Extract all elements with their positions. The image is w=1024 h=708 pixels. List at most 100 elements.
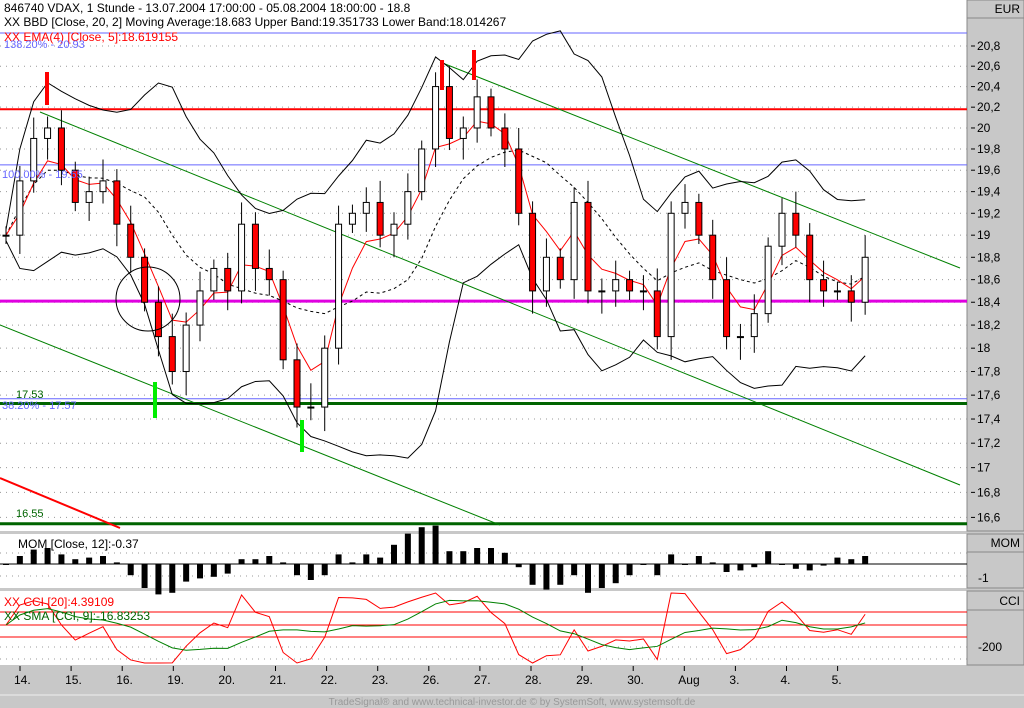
candle-body [321, 347, 329, 408]
mom-bar [640, 564, 647, 565]
candle-body [764, 245, 772, 315]
candle-body [279, 279, 287, 361]
candle-body [639, 290, 647, 293]
mom-bar [391, 544, 397, 564]
x-tick-label: 20. [218, 673, 235, 687]
candle-body [695, 201, 703, 236]
support-2-label: 16.55 [16, 508, 44, 520]
mom-bar [58, 554, 65, 564]
candle-body [390, 223, 398, 236]
candle-body [515, 148, 523, 214]
fib-100-label: 100.00% - 19.65 [2, 169, 83, 181]
candle-body [653, 290, 661, 338]
x-tick-label: 30. [627, 673, 644, 687]
candle-body [57, 127, 65, 171]
candle-body [85, 191, 93, 203]
x-tick-label: 29. [576, 673, 593, 687]
x-tick-label: 26. [423, 673, 440, 687]
mom-bar [751, 564, 758, 568]
candle-body [847, 290, 855, 303]
candle-body [2, 234, 10, 237]
y-tick-label: 17 [977, 461, 991, 475]
mom-bar [100, 556, 106, 564]
y-tick-label: 20,4 [977, 80, 1001, 94]
mom-bar [404, 533, 411, 564]
candle-body [736, 336, 744, 339]
mom-bar [806, 564, 813, 571]
bbd-legend: XX BBD [Close, 20, 2] Moving Average:18.… [4, 15, 506, 29]
candle-body [251, 223, 259, 269]
mom-bar [127, 564, 134, 576]
candle-body [141, 256, 149, 303]
candle-body [418, 148, 426, 193]
cci-title: CCI [999, 594, 1020, 608]
candle-body [293, 359, 301, 408]
mom-bar [210, 564, 217, 577]
y-tick-label: 18,2 [977, 318, 1001, 332]
mom-bar [113, 562, 120, 564]
candle-body [750, 313, 758, 338]
mom-bar [141, 564, 148, 588]
x-tick-label: 15. [65, 673, 82, 687]
mom-bar [280, 562, 287, 564]
candle-body [335, 223, 343, 349]
y-tick-label: 17,8 [977, 365, 1001, 379]
mom-bar [488, 548, 494, 564]
y-tick-label: 19,6 [977, 163, 1001, 177]
mom-bar [598, 564, 605, 588]
mom-bar [183, 564, 190, 582]
mom-title: MOM [991, 536, 1020, 550]
candle-body [307, 406, 315, 409]
mom-bar [321, 564, 328, 576]
candle-body [113, 180, 121, 225]
candle-body [348, 212, 356, 225]
candle-body [833, 290, 841, 293]
candle-body [44, 127, 52, 139]
candle-body [723, 279, 731, 338]
mom-bar [3, 564, 9, 565]
candle-body [778, 212, 786, 247]
mom-bar [848, 559, 855, 564]
x-tick-label: 4. [781, 673, 791, 687]
x-tick-label: 16. [116, 673, 133, 687]
x-tick-label: 27. [474, 673, 491, 687]
mom-bar [515, 564, 522, 568]
candle-body [182, 324, 190, 373]
candle-body [556, 256, 564, 281]
y-tick-label: 16,8 [977, 485, 1001, 499]
mom-bar [709, 562, 716, 564]
mom-bar [266, 556, 273, 564]
mom-bar [529, 564, 536, 585]
candle-body [681, 201, 689, 214]
mom-bar [294, 564, 300, 576]
footer-credit: TradeSignal® and www.technical-investor.… [329, 697, 696, 708]
y-tick-label: 18,6 [977, 273, 1001, 287]
candle-body [626, 279, 634, 292]
mom-bar [446, 551, 453, 564]
mom-bar [432, 525, 439, 564]
candle-body [570, 201, 578, 281]
candle-body [709, 234, 717, 281]
x-tick-label: 22. [321, 673, 338, 687]
mom-bar [765, 551, 772, 564]
fib-top-label: 138.20% - 20.93 [4, 39, 85, 51]
mom-bar [349, 562, 356, 564]
cci-panel[interactable] [0, 591, 967, 665]
x-tick-label: 23. [372, 673, 389, 687]
mom-bar [307, 564, 314, 580]
mom-bar [501, 552, 508, 564]
mom-bar [862, 556, 869, 564]
mom-bar [335, 554, 342, 564]
candle-body [529, 212, 537, 292]
candle-body [16, 180, 24, 236]
cci-legend: XX CCI [20]:4.39109 [4, 595, 114, 609]
y-tick-label: 17,6 [977, 388, 1001, 402]
mom-bar [377, 557, 384, 564]
candle-body [99, 180, 107, 193]
mom-bar [557, 564, 564, 585]
mom-bar [737, 564, 744, 571]
candle-body [154, 301, 162, 338]
x-tick-label: 5. [832, 673, 842, 687]
mom-bar [224, 564, 231, 574]
price-unit: EUR [995, 2, 1021, 16]
